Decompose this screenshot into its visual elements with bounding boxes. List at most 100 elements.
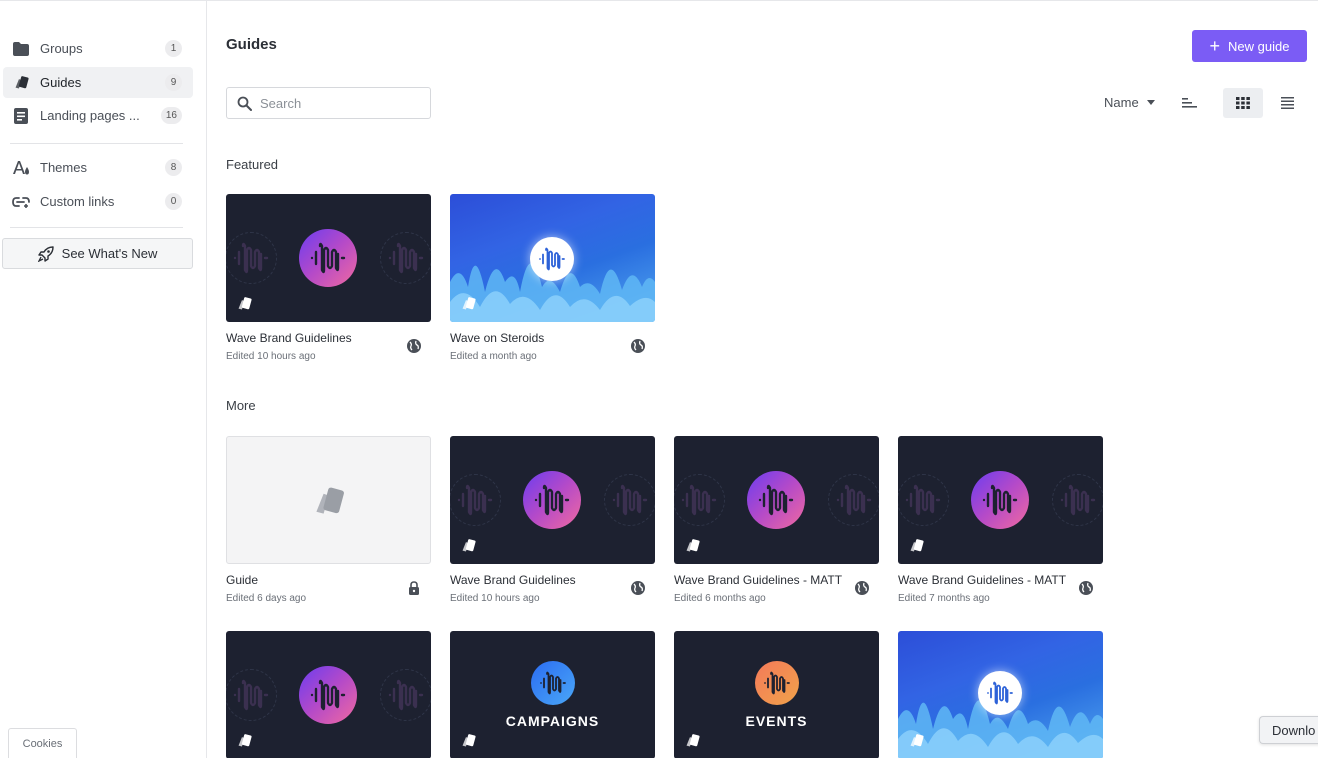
guide-thumbnail[interactable]: [450, 194, 655, 322]
sort-order-button[interactable]: [1169, 88, 1209, 118]
guide-card[interactable]: Guide Edited 6 days ago: [226, 436, 431, 604]
count-badge: 0: [165, 193, 182, 210]
theme-icon: [12, 159, 30, 177]
thumbnail-caption: CAMPAIGNS: [505, 713, 600, 729]
guide-thumbnail[interactable]: EVENTS: [674, 631, 879, 758]
guide-title[interactable]: Wave Brand Guidelines: [226, 331, 352, 345]
list-icon: [1280, 97, 1294, 109]
guide-card[interactable]: EVENTS: [674, 631, 879, 758]
count-badge: 8: [165, 159, 182, 176]
featured-heading: Featured: [226, 157, 279, 172]
guide-icon: [236, 295, 253, 312]
globe-icon: [630, 338, 646, 354]
cookies-button[interactable]: Cookies: [8, 728, 77, 758]
link-icon: [12, 193, 30, 211]
guide-card[interactable]: Wave Brand Guidelines - MATT Edited 7 mo…: [898, 436, 1103, 604]
wave-logo-icon: [299, 666, 357, 724]
wave-logo-icon: [531, 661, 575, 705]
plus-icon: +: [1209, 35, 1221, 56]
sidebar-item-custom-links[interactable]: Custom links 0: [3, 186, 193, 217]
guide-card[interactable]: Wave Brand Guidelines Edited 10 hours ag…: [226, 194, 431, 362]
guide-edited: Edited 10 hours ago: [226, 351, 316, 362]
globe-icon: [854, 580, 870, 596]
guide-icon: [460, 295, 477, 312]
see-whats-new-button[interactable]: See What's New: [2, 238, 193, 269]
sidebar-item-label: Landing pages ...: [40, 108, 140, 123]
sort-dropdown[interactable]: Name: [1104, 95, 1155, 110]
sidebar-item-landing-pages[interactable]: Landing pages ... 16: [3, 100, 193, 131]
sidebar-item-themes[interactable]: Themes 8: [3, 152, 193, 183]
wave-pattern: [898, 474, 949, 526]
guide-edited: Edited 6 months ago: [674, 593, 766, 604]
wave-logo-icon: [523, 471, 581, 529]
sort-order-icon: [1181, 98, 1197, 108]
search-box: [226, 87, 431, 119]
wave-pattern: [226, 232, 277, 284]
globe-icon: [406, 338, 422, 354]
search-input[interactable]: [260, 95, 420, 111]
guide-thumbnail[interactable]: [226, 436, 431, 564]
whats-new-label: See What's New: [61, 246, 158, 261]
folder-icon: [12, 40, 30, 58]
wave-pattern: [380, 232, 431, 284]
new-guide-label: New guide: [1228, 38, 1290, 54]
guide-edited: Edited 6 days ago: [226, 593, 307, 604]
guide-title[interactable]: Wave Brand Guidelines - MATT: [674, 573, 842, 587]
wave-pattern: [450, 474, 501, 526]
new-guide-button[interactable]: + New guide: [1192, 30, 1307, 62]
wave-logo-icon: [530, 237, 574, 281]
guide-thumbnail[interactable]: [226, 631, 431, 758]
guide-title[interactable]: Guide: [226, 573, 258, 587]
wave-pattern: [828, 474, 879, 526]
grid-icon: [1236, 97, 1250, 109]
guide-thumbnail[interactable]: [226, 194, 431, 322]
lock-icon: [406, 580, 422, 596]
wave-pattern: [1052, 474, 1103, 526]
guide-title[interactable]: Wave on Steroids: [450, 331, 544, 345]
guide-thumbnail[interactable]: [674, 436, 879, 564]
thumbnail-caption: EVENTS: [745, 713, 808, 729]
guide-icon: [460, 537, 477, 554]
guide-edited: Edited 7 months ago: [898, 593, 990, 604]
guide-title[interactable]: Wave Brand Guidelines - MATT: [898, 573, 1066, 587]
sidebar-item-guides[interactable]: Guides 9: [3, 67, 193, 98]
page-title: Guides: [226, 36, 277, 53]
guide-icon: [236, 732, 253, 749]
list-view-button[interactable]: [1267, 88, 1307, 118]
sidebar-item-groups[interactable]: Groups 1: [3, 33, 193, 64]
guide-icon: [908, 537, 925, 554]
guide-thumbnail[interactable]: [450, 436, 655, 564]
count-badge: 1: [165, 40, 182, 57]
wave-pattern: [604, 474, 655, 526]
guide-icon: [908, 732, 925, 749]
guide-title[interactable]: Wave Brand Guidelines: [450, 573, 576, 587]
guide-card[interactable]: [226, 631, 431, 758]
wave-logo-icon: [747, 471, 805, 529]
globe-icon: [630, 580, 646, 596]
guide-card[interactable]: Wave Brand Guidelines Edited 10 hours ag…: [450, 436, 655, 604]
sidebar-divider: [10, 227, 183, 228]
guide-edited: Edited 10 hours ago: [450, 593, 540, 604]
grid-view-button[interactable]: [1223, 88, 1263, 118]
guide-placeholder-icon: [311, 483, 347, 519]
globe-icon: [1078, 580, 1094, 596]
sidebar-item-label: Themes: [40, 160, 87, 175]
guide-thumbnail[interactable]: [898, 436, 1103, 564]
wave-logo-icon: [299, 229, 357, 287]
guide-thumbnail[interactable]: CAMPAIGNS: [450, 631, 655, 758]
sidebar-item-label: Guides: [40, 75, 82, 90]
guide-card[interactable]: Wave on Steroids Edited a month ago: [450, 194, 655, 362]
guide-thumbnail[interactable]: [898, 631, 1103, 758]
wave-pattern: [380, 669, 431, 721]
wave-logo-icon: [755, 661, 799, 705]
sidebar: Groups 1 Guides 9 Landing pages ... 16 T…: [0, 0, 207, 758]
guide-card[interactable]: Wave Brand Guidelines - MATT Edited 6 mo…: [674, 436, 879, 604]
wave-pattern: [674, 474, 725, 526]
guide-icon: [684, 732, 701, 749]
sidebar-item-label: Groups: [40, 41, 83, 56]
guide-card[interactable]: [898, 631, 1103, 758]
download-button[interactable]: Downlo: [1259, 716, 1318, 744]
guide-card[interactable]: CAMPAIGNS: [450, 631, 655, 758]
count-badge: 16: [160, 107, 182, 124]
rocket-icon: [37, 245, 54, 262]
